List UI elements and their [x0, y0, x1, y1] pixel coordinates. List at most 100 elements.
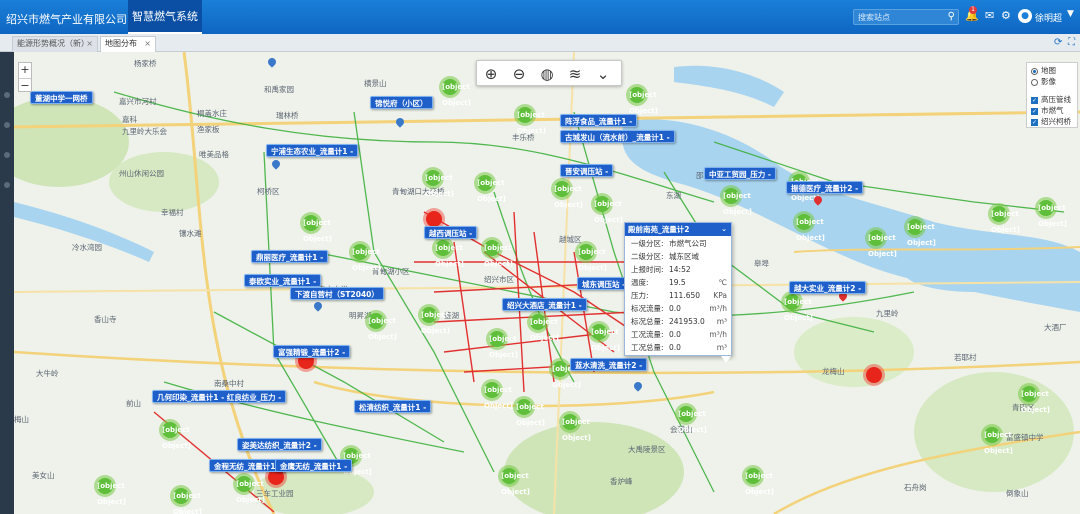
station-cluster[interactable]: [object Object]: [981, 424, 1013, 455]
station-label[interactable]: 越西调压站 -: [424, 226, 478, 239]
tab-map-distribution[interactable]: 地图分布 ×: [100, 36, 156, 52]
refresh-icon[interactable]: ⟳: [1054, 37, 1062, 48]
radio-icon[interactable]: [1031, 67, 1038, 75]
station-cluster[interactable]: [object Object]: [551, 178, 583, 209]
station-cluster[interactable]: [object Object]: [349, 241, 381, 272]
chevron-down-icon[interactable]: ▼: [1067, 9, 1074, 19]
place-label: 香山寺: [94, 315, 117, 324]
checkbox-icon[interactable]: ✓: [1031, 107, 1038, 115]
station-label[interactable]: 松清纺织_流量计1 -: [354, 400, 432, 413]
station-label[interactable]: 鼎丽医疗_流量计1 -: [251, 250, 329, 263]
station-label[interactable]: 下渡自营村（ST2040）: [290, 287, 384, 300]
station-cluster[interactable]: [object Object]: [793, 211, 825, 242]
station-cluster[interactable]: [object Object]: [159, 419, 191, 450]
station-cluster[interactable]: [object Object]: [474, 172, 506, 203]
station-label[interactable]: 富强精锻_流量计2 -: [273, 345, 351, 358]
station-cluster[interactable]: [object Object]: [549, 358, 581, 389]
fullscreen-icon[interactable]: ⛶: [1068, 37, 1075, 48]
station-cluster[interactable]: [object Object]: [575, 241, 607, 272]
station-label[interactable]: 越大实业_流量计2 -: [789, 281, 867, 294]
user-avatar[interactable]: ●: [1018, 9, 1032, 23]
base-layer-map[interactable]: 地图: [1031, 66, 1056, 76]
station-cluster[interactable]: [object Object]: [481, 379, 513, 410]
base-layer-satellite[interactable]: 影像: [1031, 77, 1056, 87]
station-label[interactable]: 中亚工贸园_压力 -: [704, 167, 776, 180]
rail-dot[interactable]: [4, 182, 10, 188]
mail-icon[interactable]: ✉: [985, 9, 994, 22]
station-cluster[interactable]: [object Object]: [904, 216, 936, 247]
chevron-down-icon[interactable]: ⌄: [593, 64, 613, 84]
station-cluster[interactable]: [object Object]: [675, 403, 707, 434]
station-label[interactable]: 几何印染_流量计1 - 红良纺业_压力 -: [152, 390, 287, 403]
nav-tab-smart-gas[interactable]: 智慧燃气系统: [128, 0, 202, 34]
station-label[interactable]: 绍兴大酒店_流量计1 -: [502, 298, 587, 311]
station-label[interactable]: 泰欧实业_流量计1 -: [244, 274, 322, 287]
user-name[interactable]: 徐明超: [1035, 11, 1062, 24]
rail-dot[interactable]: [4, 152, 10, 158]
station-cluster[interactable]: [object Object]: [742, 465, 774, 496]
station-label[interactable]: 锦悦府（小区）: [370, 96, 433, 109]
station-cluster[interactable]: [object Object]: [865, 227, 897, 258]
station-search-input[interactable]: [858, 11, 944, 23]
alarm-cluster[interactable]: [863, 364, 885, 386]
station-cluster[interactable]: [object Object]: [418, 304, 450, 335]
station-label[interactable]: 金鹰无纺_流量计1 -: [275, 459, 353, 472]
station-cluster[interactable]: [object Object]: [439, 76, 471, 107]
station-cluster[interactable]: [object Object]: [486, 328, 518, 359]
place-label: 九里岭大乐会: [122, 127, 167, 136]
station-cluster[interactable]: [object Object]: [527, 311, 559, 342]
rail-dot[interactable]: [4, 122, 10, 128]
station-label[interactable]: 董湖中学一网桥: [30, 91, 93, 104]
station-cluster[interactable]: [object Object]: [300, 212, 332, 243]
station-cluster[interactable]: [object Object]: [514, 104, 546, 135]
zoom-out-button[interactable]: −: [19, 78, 31, 93]
station-search-box[interactable]: ⚲: [853, 9, 959, 25]
station-label[interactable]: 阵浮食品_流量计1 -: [560, 114, 638, 127]
zoom-in-button[interactable]: +: [19, 63, 31, 78]
station-label[interactable]: 振德医疗_流量计2 -: [786, 181, 864, 194]
station-cluster[interactable]: [object Object]: [559, 411, 591, 442]
station-cluster[interactable]: [object Object]: [988, 203, 1020, 234]
checkbox-icon[interactable]: ✓: [1031, 96, 1038, 104]
station-label[interactable]: 晋安调压站 -: [560, 164, 614, 177]
station-cluster[interactable]: [object Object]: [481, 237, 513, 268]
zoom-out-icon[interactable]: ⊖: [509, 64, 529, 84]
station-label[interactable]: 城东调压站 -: [577, 277, 631, 290]
station-label[interactable]: 古城发山（流水前）_流量计1 -: [560, 130, 675, 143]
radio-icon[interactable]: [1031, 78, 1038, 86]
checkbox-icon[interactable]: ✓: [1031, 118, 1038, 126]
station-label[interactable]: 宁浦生态农业_流量计1 -: [266, 144, 359, 157]
station-cluster[interactable]: [object Object]: [422, 167, 454, 198]
station-cluster[interactable]: [object Object]: [626, 84, 658, 115]
shirt-icon[interactable]: ⚙: [1001, 9, 1011, 22]
zoom-in-icon[interactable]: ⊕: [481, 64, 501, 84]
gas-network-map[interactable]: 杨家桥 和禹家园 瑞林桥 横景山 桐盖水庄 嘉兴市河村 渔家板 嘉科 九里岭大乐…: [14, 52, 1080, 514]
station-cluster[interactable]: [object Object]: [1018, 383, 1050, 414]
station-cluster[interactable]: [object Object]: [513, 396, 545, 427]
layers-icon[interactable]: ≋: [565, 64, 585, 84]
station-label[interactable]: 姿美达纺织_流量计2 -: [237, 438, 322, 451]
station-cluster[interactable]: [object Object]: [365, 310, 397, 341]
overlay-high-pressure[interactable]: ✓ 高压管线: [1031, 95, 1071, 105]
globe-icon[interactable]: ◍: [537, 64, 557, 84]
station-label[interactable]: 蓝水清洗_流量计2 -: [570, 358, 648, 371]
search-icon[interactable]: ⚲: [948, 11, 955, 22]
overlay-city-gas[interactable]: ✓ 市燃气: [1031, 106, 1064, 116]
station-cluster[interactable]: [object Object]: [588, 321, 620, 352]
close-icon[interactable]: ×: [144, 37, 151, 51]
chevron-down-icon[interactable]: ⌄: [721, 223, 727, 236]
top-bar: 绍兴市燃气产业有限公司 智慧燃气系统 ⚲ 🔔 1 ✉ ⚙ ● 徐明超 ▼: [0, 0, 1080, 34]
station-cluster[interactable]: [object Object]: [1035, 197, 1067, 228]
rail-dot[interactable]: [4, 92, 10, 98]
station-cluster[interactable]: [object Object]: [94, 475, 126, 506]
close-icon[interactable]: ×: [86, 37, 93, 51]
station-cluster[interactable]: [object Object]: [498, 465, 530, 496]
station-cluster[interactable]: [object Object]: [720, 185, 752, 216]
overlay-keqiao[interactable]: ✓ 绍兴柯桥: [1031, 117, 1071, 127]
tab-energy-overview[interactable]: 能源形势概况（新） ×: [12, 36, 98, 52]
layer-label: 影像: [1041, 77, 1056, 86]
station-cluster[interactable]: [object Object]: [170, 485, 202, 514]
station-cluster[interactable]: [object Object]: [591, 193, 623, 224]
station-cluster[interactable]: [object Object]: [432, 237, 464, 268]
station-cluster[interactable]: [object Object]: [233, 473, 265, 504]
